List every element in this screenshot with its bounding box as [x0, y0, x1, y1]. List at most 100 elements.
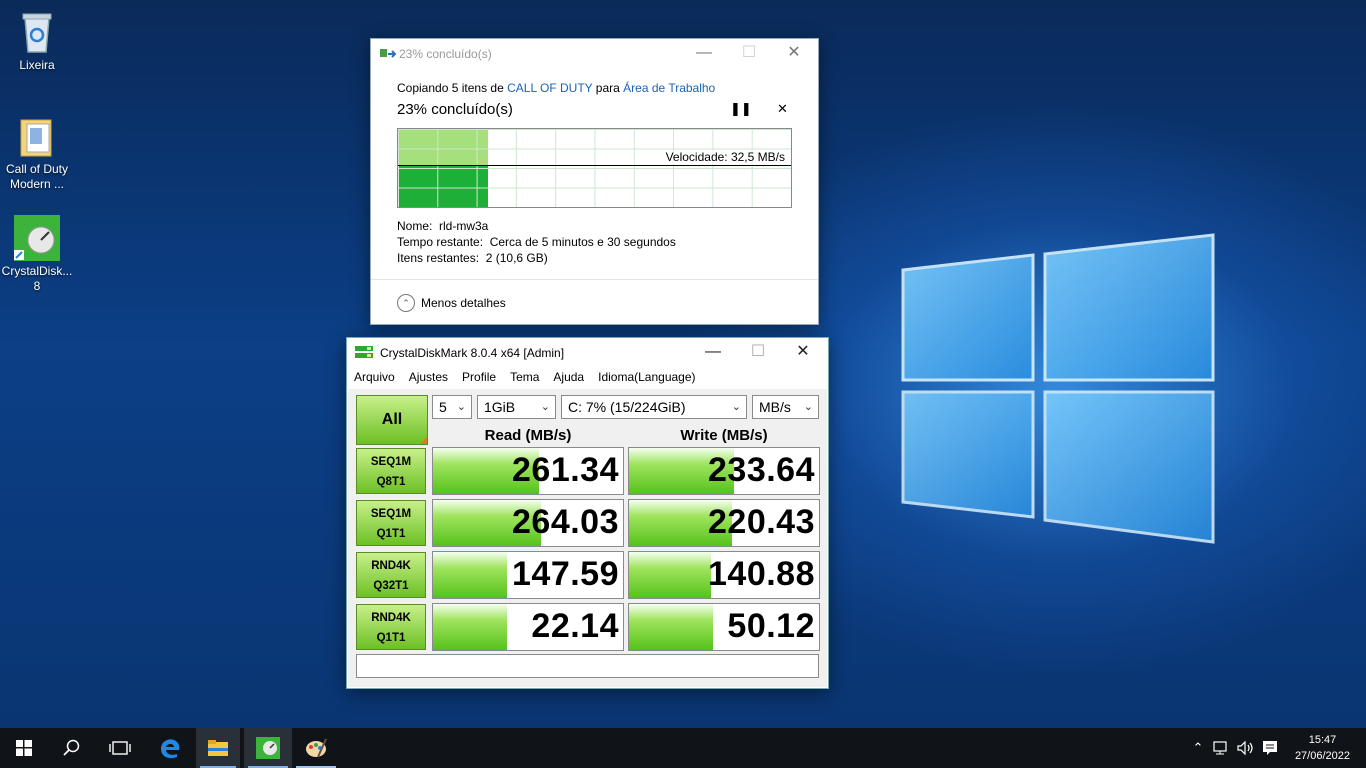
close-icon: ✕: [777, 101, 788, 116]
test-name: RND4K: [371, 612, 411, 624]
title-bar[interactable]: CrystalDiskMark 8.0.4 x64 [Admin] — ☐ ✕: [347, 338, 828, 366]
size-select[interactable]: 1GiB ⌄: [477, 395, 556, 419]
menu-arquivo[interactable]: Arquivo: [347, 366, 402, 388]
test-params: Q1T1: [376, 528, 406, 540]
write-result: 233.64: [628, 447, 820, 495]
write-result: 220.43: [628, 499, 820, 547]
name-row: Nome: rld-mw3a: [397, 219, 488, 233]
corner-marker: [420, 437, 427, 444]
volume-button[interactable]: [1234, 728, 1258, 768]
all-label: All: [381, 411, 403, 428]
test-params: Q1T1: [376, 632, 406, 644]
menu-bar: Arquivo Ajustes Profile Tema Ajuda Idiom…: [347, 366, 828, 388]
recycle-bin-icon: [13, 8, 61, 56]
crystaldiskmark-icon: [13, 214, 61, 262]
test-name: SEQ1M: [370, 456, 412, 468]
search-button[interactable]: [48, 728, 96, 768]
pause-button[interactable]: ❚❚: [730, 101, 752, 117]
copy-icon: [380, 48, 397, 59]
items-value: 2 (10,6 GB): [485, 251, 548, 265]
maximize-button[interactable]: ☐: [735, 338, 781, 366]
desktop-icon-cod-folder[interactable]: Call of Duty Modern ...: [0, 112, 74, 192]
all-button[interactable]: All: [356, 395, 428, 445]
drive-select[interactable]: C: 7% (15/224GiB) ⌄: [561, 395, 747, 419]
speaker-icon: [1237, 741, 1253, 755]
write-result: 50.12: [628, 603, 820, 651]
read-bar: [433, 604, 508, 650]
time-label: Tempo restante:: [397, 235, 484, 249]
count-value: 5: [439, 399, 447, 415]
write-value: 140.88: [708, 555, 815, 593]
crystaldiskmark-window: CrystalDiskMark 8.0.4 x64 [Admin] — ☐ ✕ …: [346, 337, 829, 689]
chevron-down-icon: ⌄: [731, 401, 741, 413]
transfer-speed-graph: Velocidade: 32,5 MB/s: [397, 128, 792, 208]
title-bar[interactable]: 23% concluído(s) — ☐ ✕: [371, 39, 818, 69]
minimize-button[interactable]: —: [681, 39, 727, 69]
write-bar: [629, 604, 713, 650]
test-button-seq1m-q8t1[interactable]: SEQ1M Q8T1: [356, 448, 426, 494]
show-hidden-icons-button[interactable]: ⌃: [1188, 728, 1208, 768]
items-row: Itens restantes: 2 (10,6 GB): [397, 251, 548, 265]
read-result: 22.14: [432, 603, 624, 651]
copy-progress-dialog: 23% concluído(s) — ☐ ✕ Copiando 5 itens …: [370, 38, 819, 325]
notifications-button[interactable]: [1258, 728, 1282, 768]
unit-select[interactable]: MB/s ⌄: [752, 395, 819, 419]
menu-ajuda[interactable]: Ajuda: [546, 366, 591, 388]
benchmark-panel: All 5 ⌄ 1GiB ⌄ C: 7% (15/224GiB) ⌄ MB/s …: [348, 389, 827, 687]
chevron-down-icon: ⌄: [456, 401, 466, 413]
paint-icon: [306, 738, 327, 758]
start-button[interactable]: [0, 728, 48, 768]
task-view-icon: [109, 741, 131, 755]
desktop-icon-recycle-bin[interactable]: Lixeira: [0, 8, 74, 73]
window-title: 23% concluído(s): [399, 47, 492, 61]
test-params: Q8T1: [376, 476, 406, 488]
taskbar-crystaldiskmark[interactable]: [244, 728, 292, 768]
taskbar-edge[interactable]: [146, 728, 194, 768]
cancel-button[interactable]: ✕: [777, 101, 788, 117]
menu-ajustes[interactable]: Ajustes: [402, 366, 455, 388]
taskbar-file-explorer[interactable]: [196, 728, 240, 768]
folder-icon: [208, 740, 228, 756]
read-result: 261.34: [432, 447, 624, 495]
test-button-rnd4k-q1t1[interactable]: RND4K Q1T1: [356, 604, 426, 650]
close-button[interactable]: ✕: [780, 338, 826, 366]
menu-idioma[interactable]: Idioma(Language): [591, 366, 702, 388]
destination-link[interactable]: Área de Trabalho: [623, 81, 715, 95]
test-button-seq1m-q1t1[interactable]: SEQ1M Q1T1: [356, 500, 426, 546]
desktop-icon-crystaldiskmark[interactable]: CrystalDisk... 8: [0, 214, 74, 294]
desktop-icon-label: Call of Duty Modern ...: [5, 162, 69, 191]
time: 15:47: [1308, 734, 1337, 746]
crystaldiskmark-icon: [256, 737, 280, 759]
less-details-button[interactable]: ⌃ Menos detalhes: [397, 294, 506, 312]
read-bar: [433, 552, 508, 598]
close-button[interactable]: ✕: [771, 39, 817, 69]
test-params: Q32T1: [373, 580, 409, 592]
chevron-up-icon: ⌃: [397, 294, 415, 312]
menu-tema[interactable]: Tema: [503, 366, 546, 388]
clock[interactable]: 15:47 27/06/2022: [1295, 732, 1350, 764]
test-name: SEQ1M: [370, 508, 412, 520]
write-bar: [629, 552, 711, 598]
read-value: 261.34: [512, 451, 619, 489]
maximize-button[interactable]: ☐: [726, 39, 772, 69]
windows-start-icon: [16, 740, 32, 756]
less-details-label: Menos detalhes: [421, 296, 506, 310]
task-view-button[interactable]: [96, 728, 144, 768]
divider: [371, 279, 818, 280]
edge-icon: [161, 739, 180, 759]
speed-label: Velocidade: 32,5 MB/s: [665, 150, 785, 164]
taskbar-paint[interactable]: [292, 728, 340, 768]
comment-field[interactable]: [356, 654, 819, 678]
para-text: para: [595, 81, 620, 95]
count-select[interactable]: 5 ⌄: [432, 395, 472, 419]
crystaldiskmark-app-icon: [355, 344, 373, 360]
network-button[interactable]: [1210, 728, 1234, 768]
minimize-button[interactable]: —: [690, 338, 736, 366]
source-link[interactable]: CALL OF DUTY: [507, 81, 592, 95]
drive-value: C: 7% (15/224GiB): [568, 399, 686, 415]
test-name: RND4K: [371, 560, 411, 572]
read-value: 22.14: [531, 607, 619, 645]
menu-profile[interactable]: Profile: [455, 366, 503, 388]
read-header: Read (MB/s): [484, 427, 572, 444]
test-button-rnd4k-q32t1[interactable]: RND4K Q32T1: [356, 552, 426, 598]
